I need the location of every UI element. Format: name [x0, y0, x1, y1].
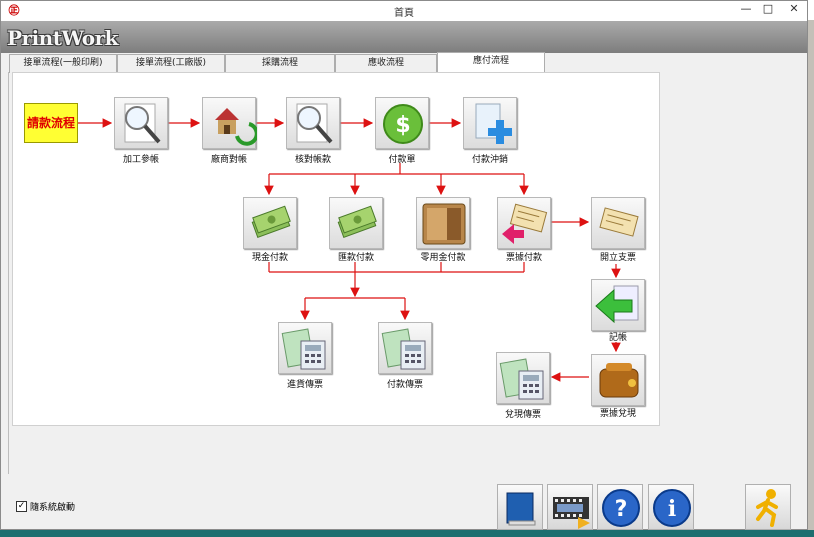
running-man-icon	[756, 489, 778, 527]
node-vendor-reconcile[interactable]	[202, 97, 257, 149]
label-processing-ledger: 加工參帳	[122, 155, 159, 165]
label-bill-redeem: 票據兌現	[599, 409, 636, 419]
manual-button[interactable]	[497, 484, 543, 530]
label-cash-payment: 現金付款	[251, 253, 288, 263]
wallet-icon	[422, 203, 466, 245]
node-bill-payment[interactable]	[497, 197, 551, 249]
magnifier-icon	[296, 103, 333, 144]
start-request-payment[interactable]: 請款流程	[24, 103, 78, 143]
help-icon: ?	[602, 489, 640, 527]
dollar-icon: $	[383, 104, 423, 144]
label-payment-voucher: 付款傳票	[386, 380, 423, 390]
cash-icon	[251, 205, 291, 238]
label-payment-writeoff: 付款沖銷	[471, 155, 508, 165]
startup-checkbox-label: 隨系統啟動	[30, 503, 76, 513]
node-bookkeeping[interactable]	[591, 279, 645, 331]
label-verify-payment: 核對帳款	[294, 155, 331, 165]
node-cash-payment[interactable]	[243, 197, 297, 249]
flow-connectors	[78, 118, 621, 382]
node-purchase-voucher[interactable]	[278, 322, 332, 374]
magnifier-icon	[124, 103, 161, 144]
svg-text:?: ?	[615, 497, 628, 522]
node-payment-voucher[interactable]	[378, 322, 432, 374]
node-payment-writeoff[interactable]	[463, 97, 517, 149]
check-icon	[599, 207, 639, 237]
calculator-sheet-icon	[499, 358, 544, 400]
startup-checkbox[interactable]: ✓	[16, 501, 27, 512]
node-processing-ledger[interactable]	[114, 97, 168, 149]
help-button[interactable]: ?	[597, 484, 643, 530]
node-verify-payment[interactable]	[286, 97, 340, 149]
label-bookkeeping: 記帳	[608, 333, 627, 343]
node-petty-cash-payment[interactable]	[416, 197, 470, 249]
label-payment-slip: 付款單	[388, 155, 416, 165]
document-add-icon	[475, 103, 512, 144]
node-issue-check[interactable]	[591, 197, 645, 249]
label-petty-cash-payment: 零用金付款	[420, 253, 466, 263]
book-icon	[506, 492, 536, 526]
video-button[interactable]	[547, 484, 593, 530]
label-remittance-payment: 匯款付款	[337, 253, 374, 263]
label-bill-payment: 票據付款	[505, 253, 542, 263]
purse-icon	[599, 363, 639, 398]
label-redeem-voucher: 兌現傳票	[504, 410, 541, 420]
node-bill-redeem[interactable]	[591, 354, 645, 406]
info-button[interactable]: i	[648, 484, 694, 530]
calculator-sheet-icon	[381, 328, 426, 370]
back-arrow-icon	[595, 285, 639, 324]
node-remittance-payment[interactable]	[329, 197, 383, 249]
node-payment-slip[interactable]: $	[375, 97, 429, 149]
cash-icon	[337, 205, 377, 238]
bill-icon	[502, 203, 548, 244]
exit-button[interactable]	[745, 484, 791, 530]
node-redeem-voucher[interactable]	[496, 352, 550, 404]
info-icon: i	[653, 489, 691, 527]
calculator-sheet-icon	[281, 328, 326, 370]
label-purchase-voucher: 進貨傳票	[286, 380, 323, 390]
label-issue-check: 開立支票	[599, 253, 636, 263]
film-icon	[553, 497, 590, 529]
svg-text:i: i	[668, 496, 676, 522]
label-vendor-reconcile: 廠商對帳	[210, 155, 247, 165]
svg-text:$: $	[395, 113, 410, 138]
house-refresh-icon	[215, 108, 257, 146]
